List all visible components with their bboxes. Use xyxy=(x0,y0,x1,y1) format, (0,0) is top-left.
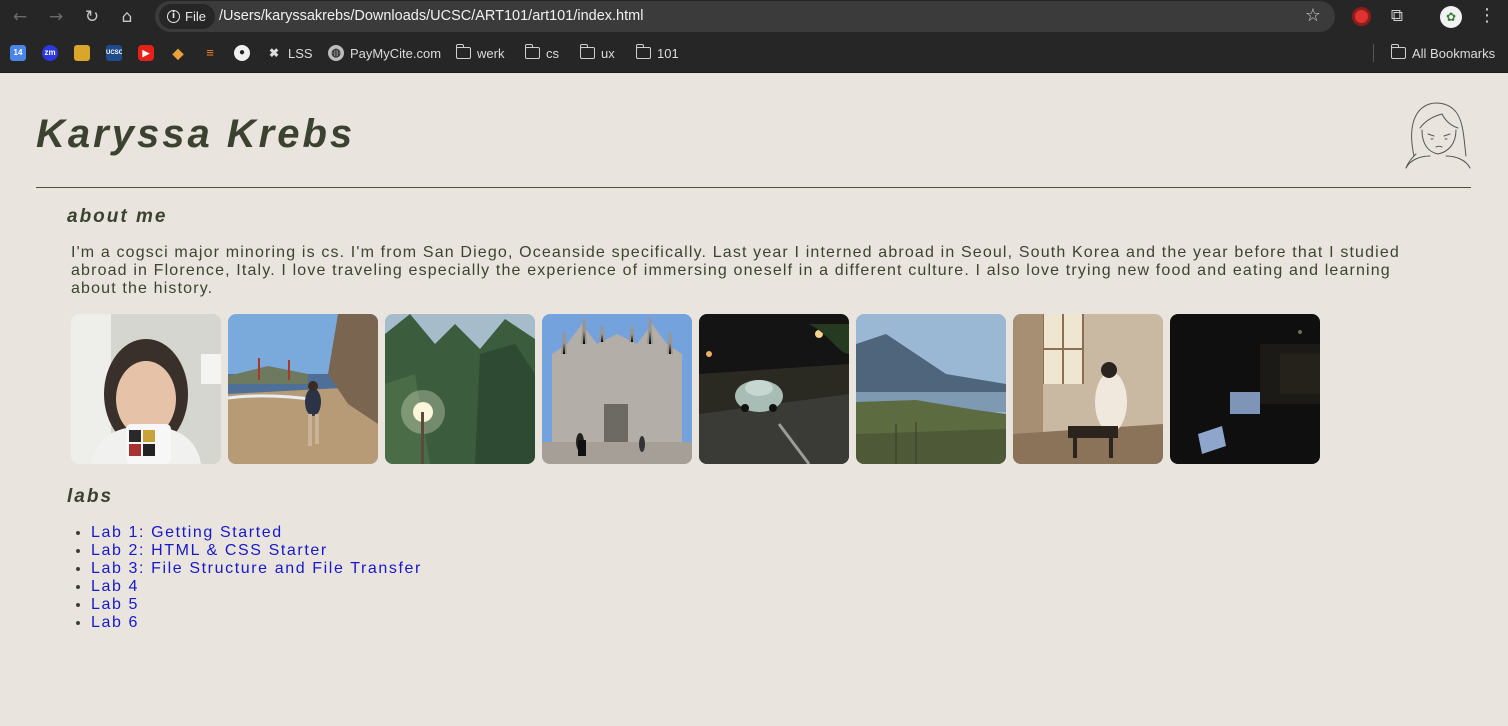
info-icon: i xyxy=(167,10,180,23)
lab-1-link[interactable]: Lab 1: Getting Started xyxy=(91,524,283,541)
reload-icon[interactable]: ↻ xyxy=(80,5,104,29)
folder-icon xyxy=(455,44,471,59)
bookmark-label: cs xyxy=(546,45,559,61)
bookmark-youtube[interactable]: ▶ xyxy=(138,45,154,61)
self-portrait-sketch-icon xyxy=(1405,102,1471,169)
photo-dark-room-screens[interactable] xyxy=(1170,314,1320,464)
labs-list: Lab 1: Getting Started Lab 2: HTML & CSS… xyxy=(91,524,422,632)
github-icon: ● xyxy=(234,45,250,61)
list-item: Lab 2: HTML & CSS Starter xyxy=(91,542,422,560)
bookmark-folder-werk[interactable]: werk xyxy=(455,44,505,61)
page-title: Karyssa Krebs xyxy=(36,112,356,156)
bookmarks-divider xyxy=(1373,44,1374,62)
forward-arrow-icon[interactable]: → xyxy=(44,5,68,29)
calendar-14-icon: 14 xyxy=(10,45,26,61)
bookmark-star-icon[interactable]: ☆ xyxy=(1305,5,1321,26)
extensions-puzzle-icon[interactable]: ⧉ xyxy=(1387,6,1407,26)
browser-toolbar: ← → ↻ ⌂ i File /Users/karyssakrebs/Downl… xyxy=(0,0,1508,34)
back-arrow-icon[interactable]: ← xyxy=(8,5,32,29)
photo-night-car-street[interactable] xyxy=(699,314,849,464)
ucsc-icon: UCSC xyxy=(106,45,122,61)
bookmark-ucsc[interactable]: UCSC xyxy=(106,45,122,61)
bookmarks-bar: 14 zm UCSC ▶ ◆ ≡ ● ✖ LSS ◍ PayMyCite.com… xyxy=(0,34,1508,73)
bookmark-folder-ux[interactable]: ux xyxy=(579,44,615,61)
all-bookmarks-label: All Bookmarks xyxy=(1412,45,1496,61)
list-item: Lab 5 xyxy=(91,596,422,614)
labs-heading: labs xyxy=(67,486,114,507)
photo-selfie-with-mug[interactable] xyxy=(71,314,221,464)
bookmark-folder-cs[interactable]: cs xyxy=(524,44,559,61)
browser-menu-icon[interactable]: ⋮ xyxy=(1478,4,1496,28)
bookmark-label: PayMyCite.com xyxy=(350,45,442,61)
list-item: Lab 1: Getting Started xyxy=(91,524,422,542)
bookmark-canvas[interactable] xyxy=(74,45,90,61)
all-bookmarks-button[interactable]: All Bookmarks xyxy=(1390,44,1496,61)
site-chip-label: File xyxy=(185,9,206,24)
lab-4-link[interactable]: Lab 4 xyxy=(91,578,139,595)
bookmark-label: werk xyxy=(477,45,505,61)
zoom-icon: zm xyxy=(42,45,58,61)
youtube-icon: ▶ xyxy=(138,45,154,61)
about-paragraph: I'm a cogsci major minoring is cs. I'm f… xyxy=(71,244,1400,297)
stack-icon: ◆ xyxy=(172,45,184,61)
page-content: Karyssa Krebs about me I'm a cogsci majo… xyxy=(0,74,1508,726)
lab-6-link[interactable]: Lab 6 xyxy=(91,614,139,631)
list-item: Lab 4 xyxy=(91,578,422,596)
url-text[interactable]: /Users/karyssakrebs/Downloads/UCSC/ART10… xyxy=(219,8,643,24)
list-item: Lab 3: File Structure and File Transfer xyxy=(91,560,422,578)
stackoverflow-icon: ≡ xyxy=(206,45,214,60)
bookmark-label: ux xyxy=(601,45,615,61)
bookmark-zoom[interactable]: zm xyxy=(42,45,58,61)
photo-coastal-cliffs[interactable] xyxy=(856,314,1006,464)
profile-avatar-icon[interactable]: ✿ xyxy=(1440,6,1462,28)
photo-beach-golden-gate[interactable] xyxy=(228,314,378,464)
address-bar[interactable]: i File /Users/karyssakrebs/Downloads/UCS… xyxy=(155,1,1335,32)
folder-icon xyxy=(579,44,595,59)
lab-5-link[interactable]: Lab 5 xyxy=(91,596,139,613)
photo-traditional-room[interactable] xyxy=(1013,314,1163,464)
photo-forest-sunlight[interactable] xyxy=(385,314,535,464)
lss-icon: ✖ xyxy=(268,46,280,60)
folder-icon xyxy=(524,44,540,59)
bookmark-github[interactable]: ● xyxy=(234,45,250,61)
canvas-icon xyxy=(74,45,90,61)
bookmark-lss[interactable]: ✖ LSS xyxy=(266,45,313,61)
folder-icon xyxy=(1390,44,1406,59)
list-item: Lab 6 xyxy=(91,614,422,632)
site-info-chip[interactable]: i File xyxy=(159,4,215,29)
bookmark-calendar[interactable]: 14 xyxy=(10,45,26,61)
extension-record-icon[interactable] xyxy=(1352,7,1371,26)
about-heading: about me xyxy=(67,206,168,227)
home-icon[interactable]: ⌂ xyxy=(115,5,139,29)
folder-icon xyxy=(635,44,651,59)
globe-icon: ◍ xyxy=(328,45,344,61)
lab-2-link[interactable]: Lab 2: HTML & CSS Starter xyxy=(91,542,328,559)
photo-milan-cathedral[interactable] xyxy=(542,314,692,464)
bookmark-folder-101[interactable]: 101 xyxy=(635,44,679,61)
bookmark-stack[interactable]: ◆ xyxy=(170,45,186,61)
photo-gallery xyxy=(71,314,1320,464)
lab-3-link[interactable]: Lab 3: File Structure and File Transfer xyxy=(91,560,422,577)
header-divider xyxy=(36,187,1471,188)
bookmark-stackoverflow[interactable]: ≡ xyxy=(202,45,218,61)
bookmark-paymycite[interactable]: ◍ PayMyCite.com xyxy=(328,45,441,61)
bookmark-label: 101 xyxy=(657,45,679,61)
bookmark-label: LSS xyxy=(288,45,313,61)
